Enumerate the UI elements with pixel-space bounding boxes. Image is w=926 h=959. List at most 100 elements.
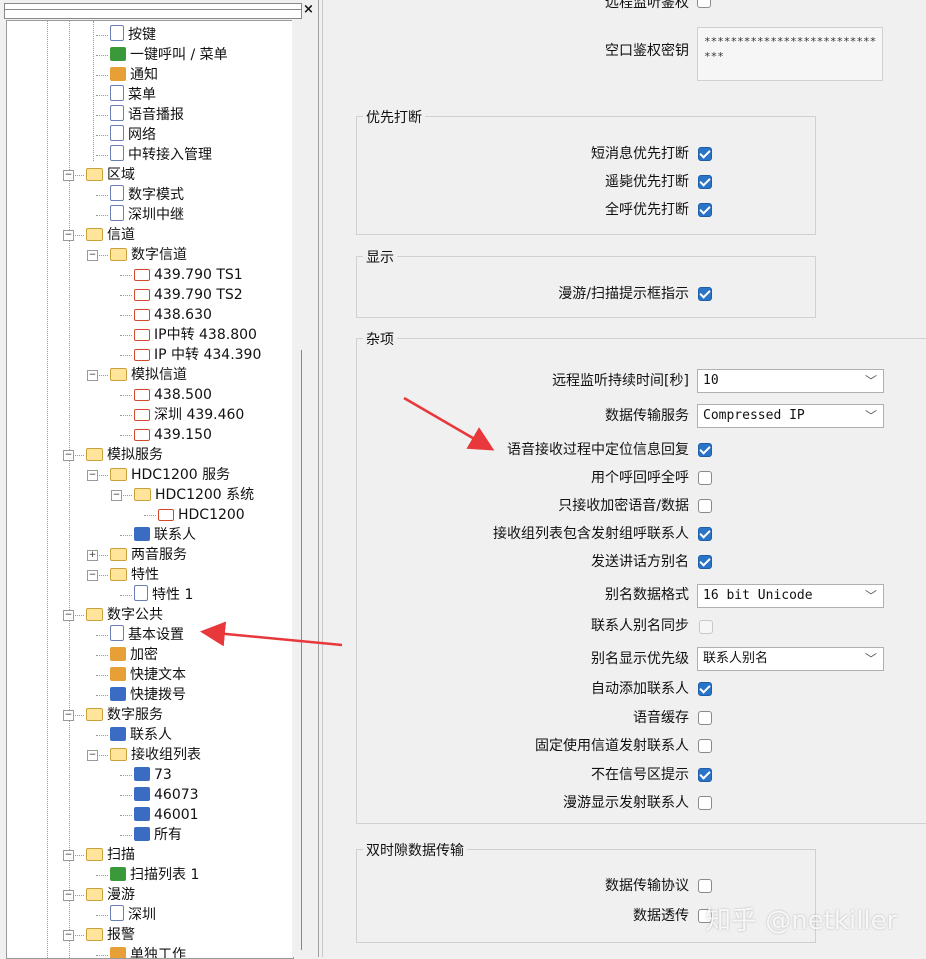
collapse-icon[interactable]: −	[87, 250, 98, 261]
option-checkbox[interactable]	[698, 739, 712, 753]
option-label: 用个呼回呼全呼	[591, 470, 689, 486]
tree-item[interactable]: 439.790 TS2	[120, 285, 243, 305]
phone-icon	[110, 47, 126, 61]
collapse-icon[interactable]: −	[63, 710, 74, 721]
option-checkbox[interactable]	[698, 203, 712, 217]
tree-item[interactable]: 438.500	[120, 385, 212, 405]
tree-item-label: HDC1200 系统	[155, 487, 255, 503]
roam-icon	[110, 905, 124, 921]
tree-item[interactable]: 快捷文本	[96, 665, 186, 685]
tree-scrollbar[interactable]	[292, 20, 310, 957]
tree-item[interactable]: 模拟信道	[96, 365, 187, 385]
option-checkbox[interactable]	[698, 147, 712, 161]
tree-item[interactable]: IP中转 438.800	[120, 325, 257, 345]
collapse-icon[interactable]: −	[63, 930, 74, 941]
option-checkbox[interactable]	[698, 175, 712, 189]
tree-item[interactable]: 扫描	[72, 845, 135, 865]
tree-item[interactable]: 加密	[96, 645, 158, 665]
remote-duration-select[interactable]: 10 ﹀	[697, 369, 884, 393]
keyboard-icon	[110, 25, 124, 41]
option-checkbox[interactable]	[698, 443, 712, 457]
tree-item[interactable]: 联系人	[120, 525, 196, 545]
tree-item[interactable]: 特性	[96, 565, 159, 585]
collapse-icon[interactable]: −	[63, 230, 74, 241]
tree-item[interactable]: 扫描列表 1	[96, 865, 199, 885]
collapse-icon[interactable]: −	[63, 450, 74, 461]
tree-item[interactable]: 439.150	[120, 425, 212, 445]
tree-item[interactable]: 一键呼叫 / 菜单	[96, 45, 228, 65]
zone-icon	[110, 185, 124, 201]
tree-item[interactable]: 深圳	[96, 905, 156, 925]
tree-item[interactable]: 语音播报	[96, 105, 184, 125]
tree-item[interactable]: 漫游	[72, 885, 135, 905]
option-checkbox[interactable]	[698, 682, 712, 696]
alias-sync-checkbox[interactable]	[699, 620, 713, 634]
option-checkbox[interactable]	[698, 471, 712, 485]
tree-item[interactable]: 两音服务	[96, 545, 187, 565]
option-checkbox[interactable]	[698, 710, 712, 725]
tree-item[interactable]: 73	[120, 765, 172, 785]
option-checkbox[interactable]	[698, 767, 712, 782]
tree-item[interactable]: 区域	[72, 165, 135, 185]
option-checkbox[interactable]	[698, 879, 712, 893]
folder-icon	[110, 548, 127, 561]
tree-item[interactable]: IP 中转 434.390	[120, 345, 262, 365]
collapse-icon[interactable]: −	[111, 490, 122, 501]
data-service-select[interactable]: Compressed IP ﹀	[697, 404, 884, 428]
tree-item[interactable]: 46001	[120, 805, 199, 825]
tree-item[interactable]: 所有	[120, 825, 182, 845]
tree-item[interactable]: 数字信道	[96, 245, 187, 265]
expand-icon[interactable]: +	[87, 550, 98, 561]
key-field[interactable]: *****************************	[697, 27, 883, 81]
collapse-icon[interactable]: −	[63, 850, 74, 861]
tree-item[interactable]: 联系人	[96, 725, 172, 745]
tree-item[interactable]: 数字公共	[72, 605, 163, 625]
tree-item[interactable]: 按键	[96, 25, 156, 45]
close-icon[interactable]: ×	[303, 2, 314, 17]
tree-item[interactable]: 菜单	[96, 85, 156, 105]
option-checkbox[interactable]	[698, 555, 712, 569]
tree-item[interactable]: 深圳中继	[96, 205, 184, 225]
tree-item[interactable]: 439.790 TS1	[120, 265, 243, 285]
tree-item[interactable]: 信道	[72, 225, 135, 245]
tree-item[interactable]: HDC1200 系统	[120, 485, 255, 505]
collapse-icon[interactable]: −	[87, 370, 98, 381]
tree-item[interactable]: 438.630	[120, 305, 212, 325]
tree-item[interactable]: HDC1200	[144, 505, 245, 525]
tree-item[interactable]: 报警	[72, 925, 135, 945]
tree-item[interactable]: 中转接入管理	[96, 145, 212, 165]
tree-item[interactable]: HDC1200 服务	[96, 465, 230, 485]
option-checkbox[interactable]	[698, 287, 712, 301]
remote-monitor-decode-checkbox[interactable]	[697, 0, 711, 8]
option-checkbox[interactable]	[698, 499, 712, 513]
option-checkbox[interactable]	[698, 527, 712, 541]
tree-item[interactable]: 模拟服务	[72, 445, 163, 465]
tree-item[interactable]: 数字服务	[72, 705, 163, 725]
priority-group: 优先打断	[356, 107, 816, 235]
collapse-icon[interactable]: −	[87, 750, 98, 761]
alias-format-select[interactable]: 16 bit Unicode ﹀	[697, 584, 884, 608]
tree-item[interactable]: 网络	[96, 125, 156, 145]
option-label: 语音接收过程中定位信息回复	[507, 442, 689, 458]
tree-item[interactable]: 通知	[96, 65, 158, 85]
collapse-icon[interactable]: −	[87, 570, 98, 581]
tree-item[interactable]: 基本设置	[96, 625, 184, 645]
collapse-icon[interactable]: −	[63, 610, 74, 621]
tree-item[interactable]: 接收组列表	[96, 745, 201, 765]
tree-item-label: IP 中转 434.390	[154, 347, 262, 363]
option-checkbox[interactable]	[698, 796, 712, 810]
alias-priority-select[interactable]: 联系人别名 ﹀	[697, 647, 884, 671]
option-label: 接收组列表包含发射组呼联系人	[493, 526, 689, 542]
tree-item[interactable]: 特性 1	[120, 585, 193, 605]
collapse-icon[interactable]: −	[87, 470, 98, 481]
tree-item[interactable]: 数字模式	[96, 185, 184, 205]
collapse-icon[interactable]: −	[63, 890, 74, 901]
tree-item-label: 46073	[154, 787, 199, 803]
tree-view[interactable]: 按键 一键呼叫 / 菜单 通知 菜单 语音播报 网络 中转接入管理 区域 数字模式 深圳中继 信道数…	[6, 20, 294, 959]
tree-item[interactable]: 46073	[120, 785, 199, 805]
group-icon	[134, 787, 150, 801]
collapse-icon[interactable]: −	[63, 170, 74, 181]
tree-item[interactable]: 快捷拨号	[96, 685, 186, 705]
option-label: 遥毙优先打断	[605, 174, 689, 190]
tree-item[interactable]: 深圳 439.460	[120, 405, 244, 425]
